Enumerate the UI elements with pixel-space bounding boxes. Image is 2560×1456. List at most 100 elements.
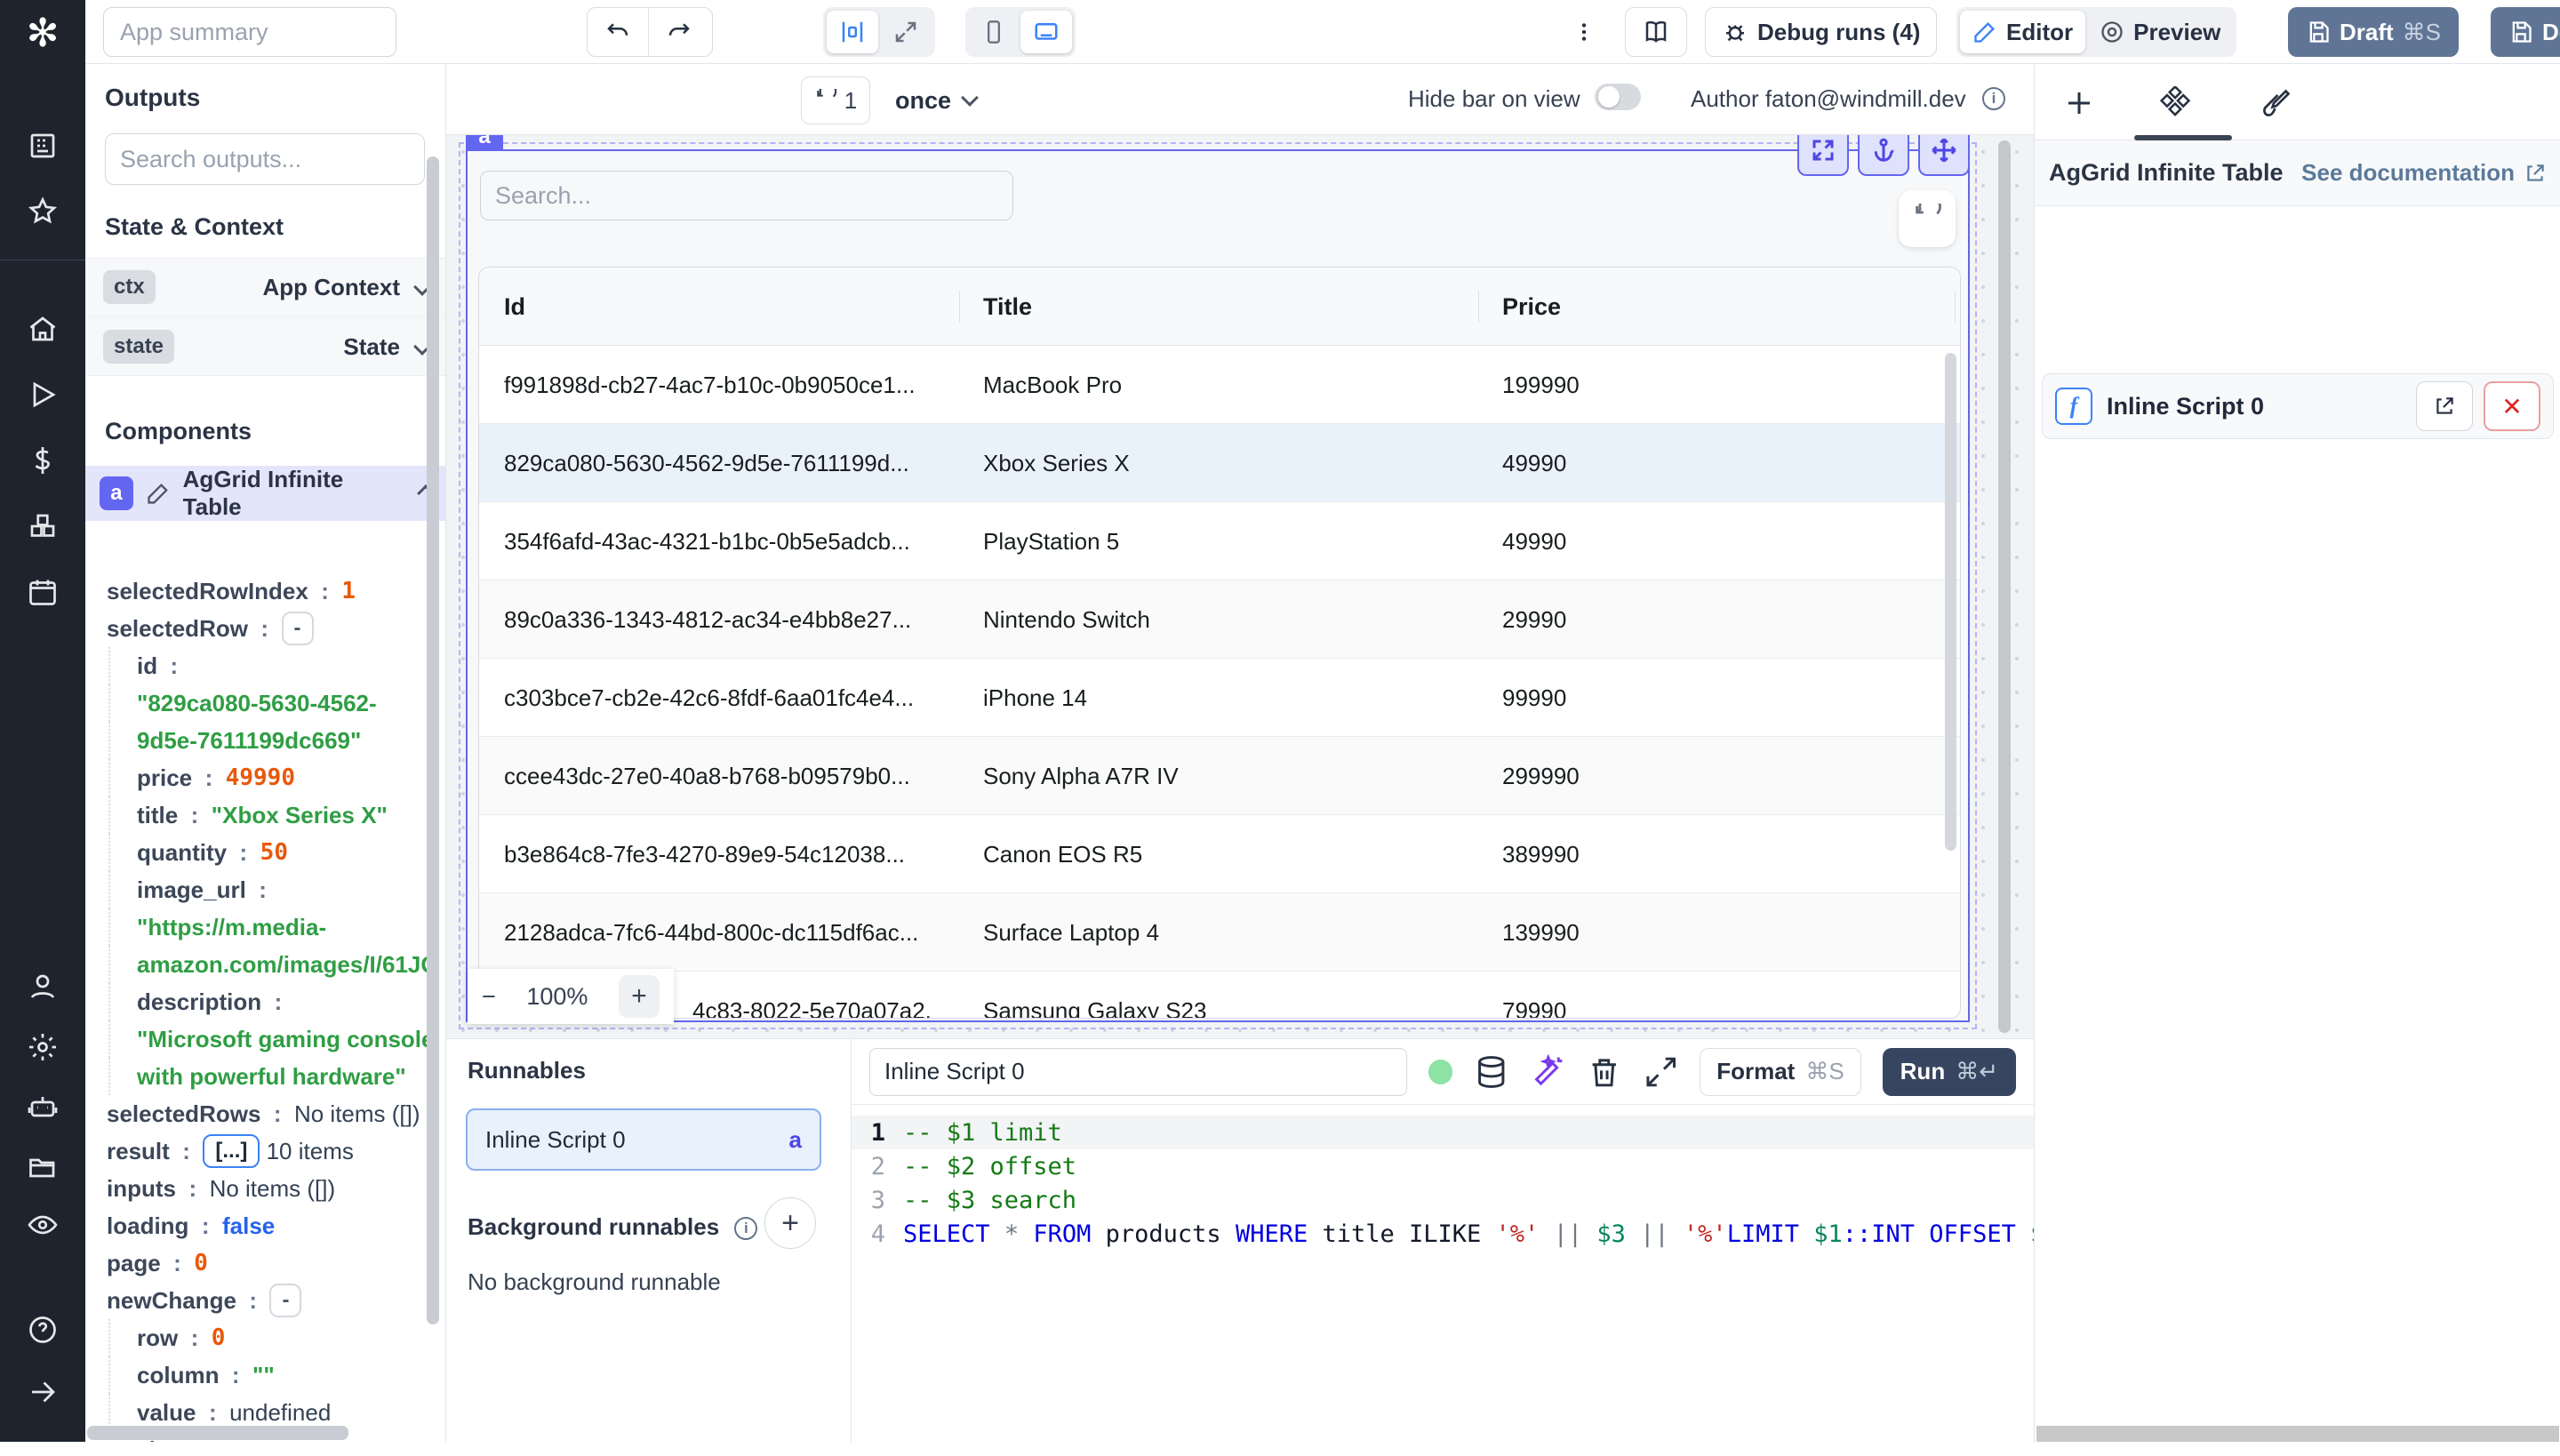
component-tools bbox=[1797, 135, 1970, 176]
docs-button[interactable] bbox=[1625, 7, 1687, 57]
table-cell-price: 139990 bbox=[1502, 918, 1580, 946]
workers-icon[interactable] bbox=[27, 1092, 59, 1124]
table-row[interactable]: 354f6afd-43ac-4321-b1bc-0b5e5adcb... Play… bbox=[479, 502, 1960, 580]
table-row[interactable]: 4c83-8022-5e70a07a2... Samsung Galaxy S23… bbox=[479, 972, 1960, 1019]
home-icon[interactable] bbox=[27, 313, 59, 345]
code-line[interactable]: 4 SELECT * FROM products WHERE title ILIK… bbox=[852, 1217, 2146, 1251]
table-row[interactable]: ccee43dc-27e0-40a8-b768-b09579b0... Sony … bbox=[479, 737, 1960, 815]
redo-button[interactable] bbox=[649, 7, 709, 57]
detach-script-button[interactable] bbox=[2416, 381, 2473, 431]
zoom-in-button[interactable]: + bbox=[619, 975, 660, 1018]
refresh-count-box[interactable]: 1 bbox=[801, 76, 870, 124]
help-icon[interactable] bbox=[27, 1314, 59, 1346]
expand-component-button[interactable] bbox=[1797, 135, 1849, 176]
undo-button[interactable] bbox=[588, 7, 648, 57]
expand-editor-icon[interactable] bbox=[1644, 1054, 1678, 1090]
variables-icon[interactable] bbox=[27, 444, 59, 476]
output-tree-line: loading : false bbox=[107, 1212, 276, 1239]
table-row[interactable]: 89c0a336-1343-4812-ac34-e4bb8e27... Ninte… bbox=[479, 580, 1960, 659]
table-cell-id: 2128adca-7fc6-44bd-800c-dc115df6ac... bbox=[504, 918, 919, 946]
remove-script-button[interactable]: ✕ bbox=[2484, 381, 2540, 431]
table-cell-id: 354f6afd-43ac-4321-b1bc-0b5e5adcb... bbox=[504, 527, 910, 555]
column-header-price[interactable]: Price bbox=[1502, 268, 1561, 346]
collapse-icon[interactable] bbox=[27, 1376, 59, 1408]
debug-runs-button[interactable]: Debug runs (4) bbox=[1705, 7, 1938, 57]
windmill-logo-icon[interactable]: ✻ bbox=[21, 12, 64, 55]
table-row[interactable]: 2128adca-7fc6-44bd-800c-dc115df6ac... Sur… bbox=[479, 893, 1960, 972]
format-button[interactable]: Format ⌘S bbox=[1700, 1047, 1861, 1096]
attached-script-row[interactable]: f Inline Script 0 ✕ bbox=[2042, 373, 2554, 439]
app-canvas[interactable]: a Id Title Price f991898d-cb27-4ac7-b10c… bbox=[446, 135, 2034, 1038]
expand-result-button[interactable]: [...] bbox=[203, 1134, 260, 1168]
frequency-dropdown[interactable]: once bbox=[895, 76, 979, 124]
resources-icon[interactable] bbox=[27, 510, 59, 542]
add-background-runnable-button[interactable]: + bbox=[764, 1197, 816, 1249]
workspace-icon[interactable] bbox=[27, 130, 59, 162]
info-icon[interactable]: i bbox=[734, 1217, 758, 1241]
pencil-icon[interactable] bbox=[146, 481, 171, 506]
code-line[interactable]: 1 -- $1 limit bbox=[852, 1116, 2034, 1149]
deploy-button[interactable]: Deploy bbox=[2491, 7, 2560, 57]
tab-component-settings[interactable] bbox=[2156, 84, 2195, 123]
more-menu-button[interactable] bbox=[1559, 7, 1609, 57]
state-row[interactable]: state State bbox=[85, 317, 445, 376]
delete-icon[interactable] bbox=[1587, 1054, 1621, 1090]
column-header-id[interactable]: Id bbox=[504, 268, 525, 346]
schedules-icon[interactable] bbox=[27, 576, 59, 608]
column-header-title[interactable]: Title bbox=[983, 268, 1032, 346]
outputs-search-input[interactable] bbox=[105, 133, 425, 185]
output-tree-line: selectedRowIndex : 1 bbox=[107, 577, 356, 605]
draft-button[interactable]: Draft ⌘S bbox=[2288, 7, 2460, 57]
table-cell-title: Samsung Galaxy S23 bbox=[983, 996, 1207, 1019]
table-cell-id: 829ca080-5630-4562-9d5e-7611199d... bbox=[504, 449, 909, 476]
settings-icon[interactable] bbox=[27, 1031, 59, 1063]
attached-script-label: Inline Script 0 bbox=[2107, 392, 2265, 420]
move-component-button[interactable] bbox=[1918, 135, 1970, 176]
tab-styling[interactable] bbox=[2257, 84, 2296, 123]
tab-preview[interactable]: Preview bbox=[2087, 11, 2233, 53]
expand-node-button[interactable]: - bbox=[281, 612, 314, 645]
runnable-item[interactable]: Inline Script 0 a bbox=[466, 1108, 821, 1171]
ctx-row[interactable]: ctx App Context bbox=[85, 258, 445, 316]
component-outputs-row[interactable]: a AgGrid Infinite Table bbox=[85, 466, 445, 521]
canvas-vertical-scrollbar[interactable] bbox=[1998, 140, 2011, 1033]
table-row[interactable]: 829ca080-5630-4562-9d5e-7611199d... Xbox … bbox=[479, 424, 1960, 502]
hide-bar-toggle[interactable] bbox=[1595, 84, 1641, 110]
script-name-input[interactable] bbox=[869, 1047, 1407, 1096]
settings-horizontal-scrollbar[interactable] bbox=[2036, 1426, 2559, 1442]
audit-icon[interactable] bbox=[27, 1209, 59, 1241]
code-line[interactable]: 2 -- $2 offset bbox=[852, 1149, 2034, 1183]
expand-node-button[interactable]: - bbox=[269, 1284, 302, 1317]
desktop-view-button[interactable] bbox=[1020, 11, 1072, 53]
anchor-component-button[interactable] bbox=[1858, 135, 1909, 176]
fullwidth-layout-button[interactable] bbox=[880, 11, 932, 53]
favorites-icon[interactable] bbox=[27, 196, 59, 228]
run-button[interactable]: Run ⌘↵ bbox=[1882, 1047, 2016, 1096]
component-refresh-button[interactable] bbox=[1899, 190, 1956, 247]
app-summary-input[interactable] bbox=[103, 7, 396, 57]
table-search-input[interactable] bbox=[480, 171, 1013, 220]
aggrid-component[interactable]: a Id Title Price f991898d-cb27-4ac7-b10c… bbox=[459, 135, 1977, 1029]
database-icon[interactable] bbox=[1474, 1054, 1508, 1090]
table-row[interactable]: f991898d-cb27-4ac7-b10c-0b9050ce1... MacB… bbox=[479, 346, 1960, 424]
tab-editor[interactable]: Editor bbox=[1960, 11, 2086, 53]
center-layout-button[interactable] bbox=[827, 11, 878, 53]
tab-insert-component[interactable] bbox=[2060, 84, 2099, 123]
runs-icon[interactable] bbox=[27, 379, 59, 411]
ai-wand-icon[interactable] bbox=[1531, 1053, 1565, 1090]
zoom-out-button[interactable]: − bbox=[482, 983, 496, 1011]
table-scrollbar[interactable] bbox=[1945, 353, 1956, 851]
components-title: Components bbox=[105, 418, 252, 444]
folders-icon[interactable] bbox=[27, 1152, 59, 1184]
code-line[interactable]: 3 -- $3 search bbox=[852, 1183, 2034, 1217]
outputs-vertical-scrollbar[interactable] bbox=[427, 156, 439, 1324]
see-documentation-link[interactable]: See documentation bbox=[2301, 159, 2547, 187]
info-icon[interactable]: i bbox=[1982, 87, 2005, 110]
code-editor[interactable]: 1 -- $1 limit 2 -- $2 offset 3 -- $3 search 4 S… bbox=[852, 1105, 2146, 1443]
outputs-horizontal-scrollbar[interactable] bbox=[87, 1426, 348, 1440]
component-tag[interactable]: a bbox=[466, 135, 503, 151]
mobile-view-button[interactable] bbox=[969, 11, 1019, 53]
table-row[interactable]: b3e864c8-7fe3-4270-89e9-54c12038... Canon… bbox=[479, 815, 1960, 893]
table-row[interactable]: c303bce7-cb2e-42c6-8fdf-6aa01fc4e4... iPh… bbox=[479, 659, 1960, 737]
user-icon[interactable] bbox=[27, 971, 59, 1003]
